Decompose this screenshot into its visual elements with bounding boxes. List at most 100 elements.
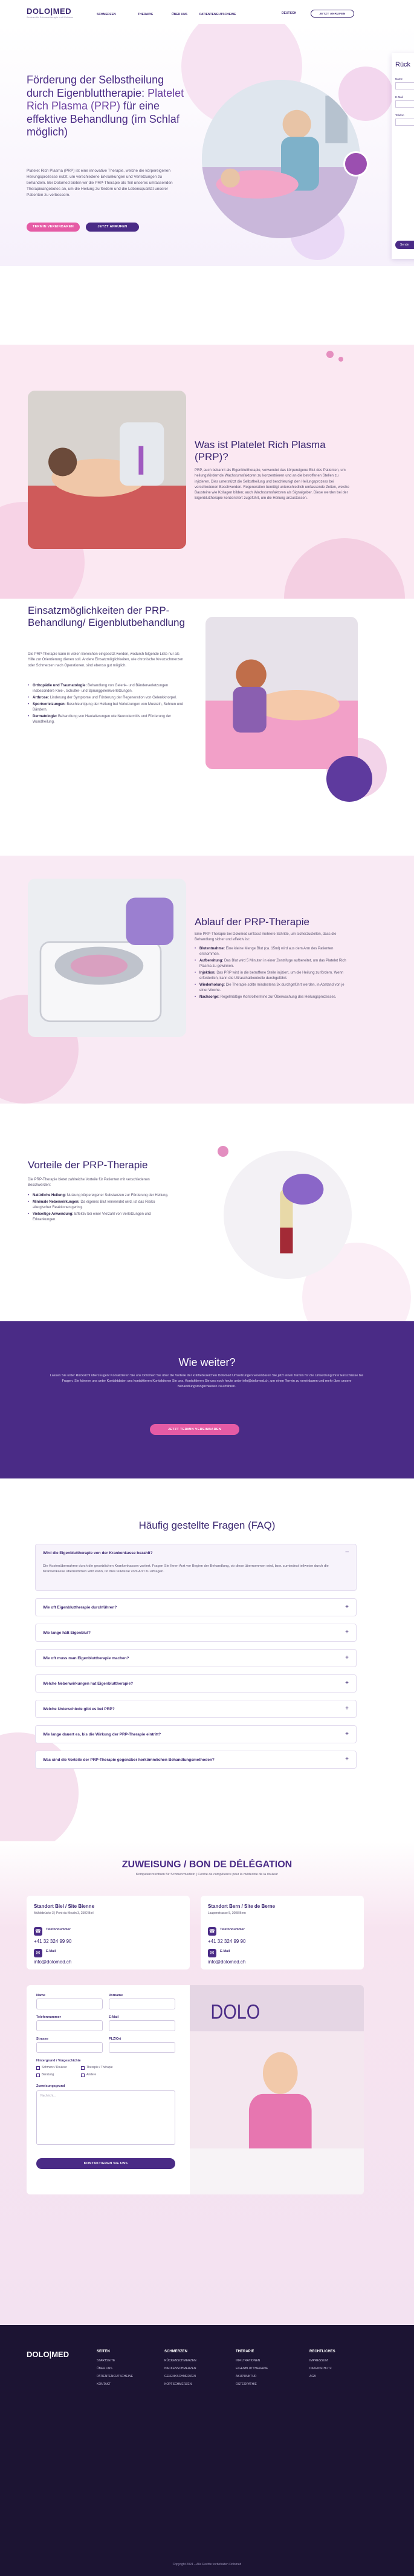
book-appointment-button[interactable]: TERMIN VEREINBAREN xyxy=(27,223,80,232)
message-textarea[interactable]: Nachricht... xyxy=(36,2090,175,2145)
decor-dot xyxy=(343,151,369,177)
checkbox[interactable] xyxy=(36,2073,40,2077)
mail-icon: ✉ xyxy=(34,1949,42,1957)
benefits-section: Vorteile der PRP-Therapie Die PRP-Therap… xyxy=(0,1104,414,1321)
flow-intro: Eine PRP-Therapie bei Dolomed umfasst me… xyxy=(195,932,337,942)
receptionist-photo: DOLO xyxy=(190,1985,364,2194)
blood-sample-photo xyxy=(224,1151,352,1279)
mail-address[interactable]: info@dolomed.ch xyxy=(208,1959,245,1965)
nav-ueber-uns[interactable]: ÜBER UNS xyxy=(172,13,187,17)
faq-question: Wird die Eigenbluttherapie von der Krank… xyxy=(43,1551,153,1555)
mail-label: E-Mail xyxy=(220,1950,230,1953)
phone-icon: ☎ xyxy=(34,1927,42,1936)
footer-link[interactable]: STARTSEITE xyxy=(97,2359,133,2363)
footer-link[interactable]: OSTEOPATHIE xyxy=(236,2382,268,2387)
faq-item-open[interactable]: Wird die Eigenbluttherapie von der Krank… xyxy=(35,1544,357,1591)
city-input[interactable] xyxy=(109,2042,175,2053)
footer-link[interactable]: RÜCKENSCHMERZEN xyxy=(164,2359,196,2363)
faq-answer: Die Kostenübernahme durch die gesetzlich… xyxy=(43,1564,329,1574)
faq-item[interactable]: Welche Unterschiede gibt es bei PRP? + xyxy=(35,1700,357,1718)
footer-col-title: SEITEN xyxy=(97,2350,110,2353)
footer-logo[interactable]: DOLO|MED xyxy=(27,2349,69,2360)
logo-tagline: Zentrum für Schmerztherapie und Wellness xyxy=(27,16,74,19)
footer-link[interactable]: AGB xyxy=(309,2375,335,2379)
referral-title: ZUWEISUNG / BON DE DÉLÉGATION xyxy=(121,1859,293,1870)
footer-link[interactable]: IMPRESSUM xyxy=(309,2359,335,2363)
mail-address[interactable]: info@dolomed.ch xyxy=(34,1959,71,1965)
call-button[interactable]: JETZT ANRUFEN xyxy=(311,10,354,18)
plus-icon: + xyxy=(345,1731,349,1737)
faq-item[interactable]: Welche Nebenwirkungen hat Eigenblutthera… xyxy=(35,1674,357,1693)
footer: DOLO|MED xyxy=(0,2325,414,2576)
street-input[interactable] xyxy=(36,2042,103,2053)
what-section: Was ist Platelet Rich Plasma (PRP)? PRP,… xyxy=(0,345,414,599)
checkbox-label: Beratung xyxy=(42,2073,54,2077)
location-name: Standort Bern / Site de Berne xyxy=(208,1904,276,1909)
footer-col-title: RECHTLICHES xyxy=(309,2350,335,2353)
phone-input[interactable] xyxy=(36,2020,103,2031)
plus-icon: + xyxy=(345,1756,349,1763)
field-label: Telefonnummer xyxy=(36,2015,61,2019)
nav-gutscheine[interactable]: PATIENTENGUTSCHEINE xyxy=(199,13,236,17)
benefits-intro: Die PRP-Therapie bietet zahlreiche Vorte… xyxy=(28,1178,150,1188)
referral-subtitle: Kompetenzzentrum für Schmerzmedizin | Ce… xyxy=(136,1873,278,1876)
footer-link[interactable]: DATENSCHUTZ xyxy=(309,2367,335,2371)
faq-item[interactable]: Wie lange hält Eigenblut? + xyxy=(35,1624,357,1642)
email-field[interactable] xyxy=(395,100,414,108)
name-field[interactable] xyxy=(395,82,414,89)
call-now-button[interactable]: JETZT ANRUFEN xyxy=(86,223,139,232)
footer-link[interactable]: NACKENSCHMERZEN xyxy=(164,2367,196,2371)
send-button[interactable]: Sende xyxy=(395,241,414,249)
phone-icon: ☎ xyxy=(208,1927,216,1936)
nav-schmerzen[interactable]: SCHMERZEN xyxy=(97,13,116,17)
benefits-list: Natürliche Heilung: Nutzung körpereigene… xyxy=(28,1193,173,1224)
benefits-title: Vorteile der PRP-Therapie xyxy=(28,1159,148,1171)
faq-title: Häufig gestellte Fragen (FAQ) xyxy=(138,1520,276,1531)
submit-button[interactable]: KONTAKTIEREN SIE UNS xyxy=(36,2158,175,2169)
copyright: Copyright 2024 – Alle Rechte vorbehalten… xyxy=(172,2563,242,2566)
phone-number[interactable]: +41 32 324 99 90 xyxy=(208,1938,246,1945)
next-section: Wie weiter? Lassen Sie unter Rücksicht ü… xyxy=(0,1321,414,1478)
nav-therapie[interactable]: THERAPIE xyxy=(138,13,153,17)
list-item: Orthopädie und Traumatologie: Behandlung… xyxy=(28,683,185,694)
location-address: Mühlebrücke 3 | Pont-du-Moulin 3, 2502 B… xyxy=(34,1911,94,1915)
checkbox-label: Therapie / Thérapie xyxy=(86,2066,113,2069)
footer-link[interactable]: EIGENBLUTTHERAPIE xyxy=(236,2367,268,2371)
phone-label: Telefonnummer xyxy=(46,1928,71,1931)
checkbox[interactable] xyxy=(81,2073,85,2077)
checkbox-label: Schmerz / Douleur xyxy=(42,2066,67,2069)
name-input[interactable] xyxy=(36,1999,103,2009)
faq-item[interactable]: Was sind die Vorteile der PRP-Therapie g… xyxy=(35,1751,357,1769)
footer-link[interactable]: ÜBER UNS xyxy=(97,2367,133,2371)
uses-section: Einsatzmöglichkeiten der PRP-Behandlung/… xyxy=(0,599,414,853)
email-input[interactable] xyxy=(109,2020,175,2031)
checkbox[interactable] xyxy=(81,2066,85,2070)
footer-col-title: SCHMERZEN xyxy=(164,2350,188,2353)
footer-link[interactable]: GELENKSCHMERZEN xyxy=(164,2375,196,2379)
list-item: Natürliche Heilung: Nutzung körpereigene… xyxy=(28,1193,173,1199)
footer-link[interactable]: PATIENTENGUTSCHEINE xyxy=(97,2375,133,2379)
flow-section: Ablauf der PRP-Therapie Eine PRP-Therapi… xyxy=(0,856,414,1104)
checkbox[interactable] xyxy=(36,2066,40,2070)
language-button[interactable]: DEUTSCH xyxy=(282,11,296,16)
footer-link[interactable]: INFILTRATIONEN xyxy=(236,2359,268,2363)
field-label: Hintergrund / Vorgeschichte xyxy=(36,2059,81,2063)
mail-label: E-Mail xyxy=(46,1950,56,1953)
next-book-button[interactable]: JETZT TERMIN VEREINBAREN xyxy=(150,1424,239,1435)
decor-dot xyxy=(338,357,343,362)
footer-col: SCHMERZEN RÜCKENSCHMERZEN NACKENSCHMERZE… xyxy=(164,2349,196,2390)
footer-col: SEITEN STARTSEITE ÜBER UNS PATIENTENGUTS… xyxy=(97,2349,133,2390)
referral-section: ZUWEISUNG / BON DE DÉLÉGATION Kompetenzz… xyxy=(0,1841,414,2325)
footer-link[interactable]: KONTAKT xyxy=(97,2382,133,2387)
faq-item[interactable]: Wie oft muss man Eigenbluttherapie mache… xyxy=(35,1649,357,1667)
phone-field[interactable] xyxy=(395,119,414,126)
phone-number[interactable]: +41 32 324 99 90 xyxy=(34,1938,72,1945)
decor-dot xyxy=(218,1146,228,1157)
footer-link[interactable]: KOPFSCHMERZEN xyxy=(164,2382,196,2387)
faq-item[interactable]: Wie lange dauert es, bis die Wirkung der… xyxy=(35,1725,357,1743)
firstname-input[interactable] xyxy=(109,1999,175,2009)
faq-item[interactable]: Wie oft Eigenbluttherapie durchführen? + xyxy=(35,1598,357,1616)
location-card-bern: Standort Bern / Site de Berne Laupenstra… xyxy=(201,1896,364,1969)
footer-link[interactable]: AKUPUNKTUR xyxy=(236,2375,268,2379)
decor-dot xyxy=(326,351,334,358)
